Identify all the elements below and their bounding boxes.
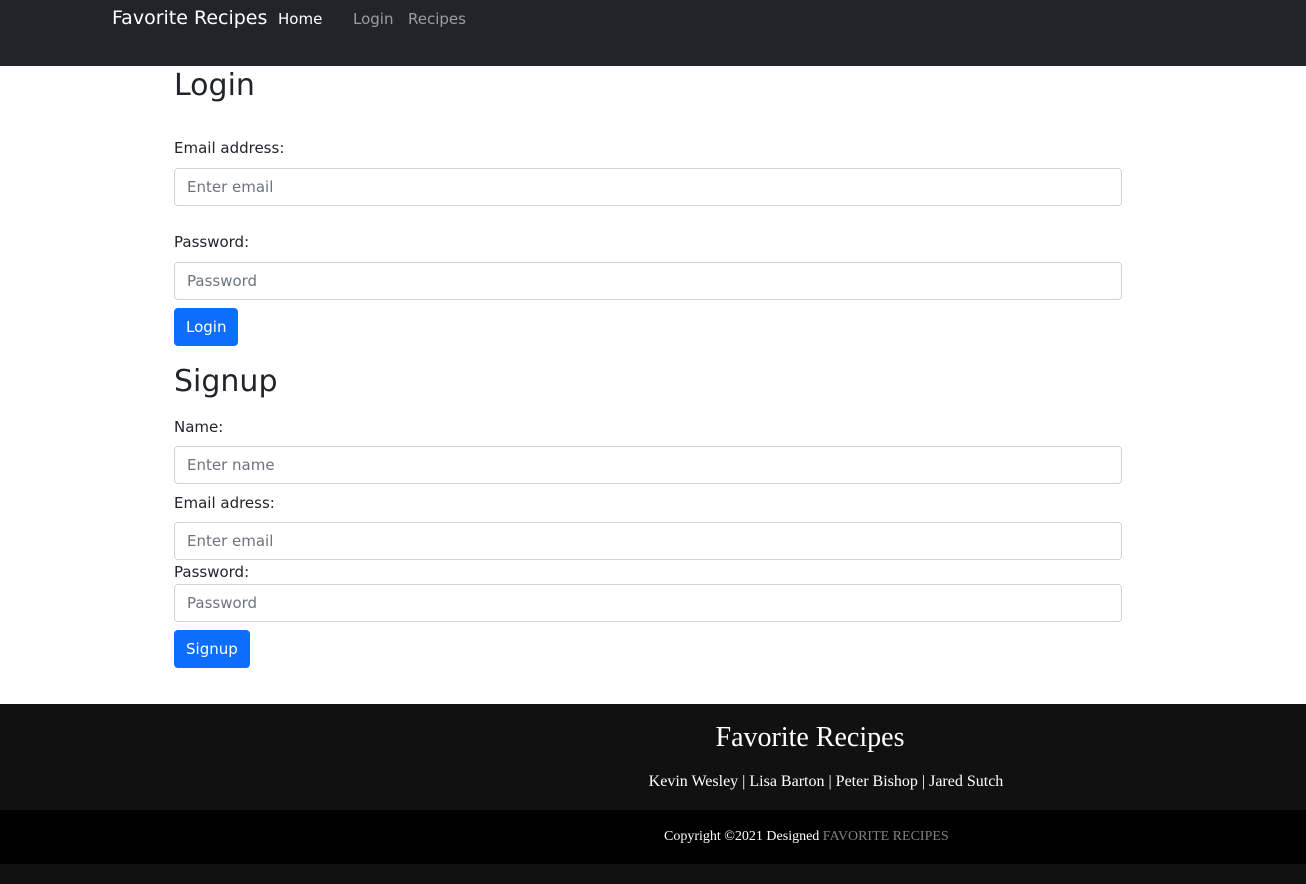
navbar-brand[interactable]: Favorite Recipes	[112, 7, 267, 29]
login-button[interactable]: Login	[174, 308, 239, 346]
copyright-brand-link[interactable]: FAVORITE RECIPES	[823, 829, 949, 844]
footer: Favorite Recipes Kevin Wesley | Lisa Bar…	[0, 704, 1306, 810]
page-bottom-strip	[0, 864, 1306, 884]
signup-email-label: Email adress:	[174, 494, 275, 512]
signup-name-input[interactable]	[174, 446, 1122, 484]
login-email-input[interactable]	[174, 168, 1122, 206]
login-email-label: Email address:	[174, 139, 285, 157]
nav-link-recipes[interactable]: Recipes	[408, 10, 466, 28]
signup-password-input[interactable]	[174, 584, 1122, 622]
copyright-prefix: Copyright ©2021 Designed	[664, 829, 820, 844]
signup-button[interactable]: Signup	[174, 630, 250, 668]
signup-password-label: Password:	[174, 563, 250, 581]
copyright-bar: Copyright ©2021 Designed FAVORITE RECIPE…	[0, 810, 1306, 864]
nav-link-login[interactable]: Login	[353, 10, 393, 28]
login-password-label: Password:	[174, 233, 250, 251]
signup-heading: Signup	[174, 364, 278, 399]
login-password-input[interactable]	[174, 262, 1122, 300]
footer-authors: Kevin Wesley | Lisa Barton | Peter Bisho…	[648, 773, 1004, 790]
footer-title: Favorite Recipes	[715, 722, 905, 753]
signup-name-label: Name:	[174, 418, 224, 436]
signup-email-input[interactable]	[174, 522, 1122, 560]
login-heading: Login	[174, 68, 255, 103]
top-navbar: Favorite Recipes Home Login Recipes	[0, 0, 1306, 66]
copyright-text: Copyright ©2021 Designed FAVORITE RECIPE…	[664, 829, 949, 845]
nav-link-home[interactable]: Home	[278, 10, 322, 28]
